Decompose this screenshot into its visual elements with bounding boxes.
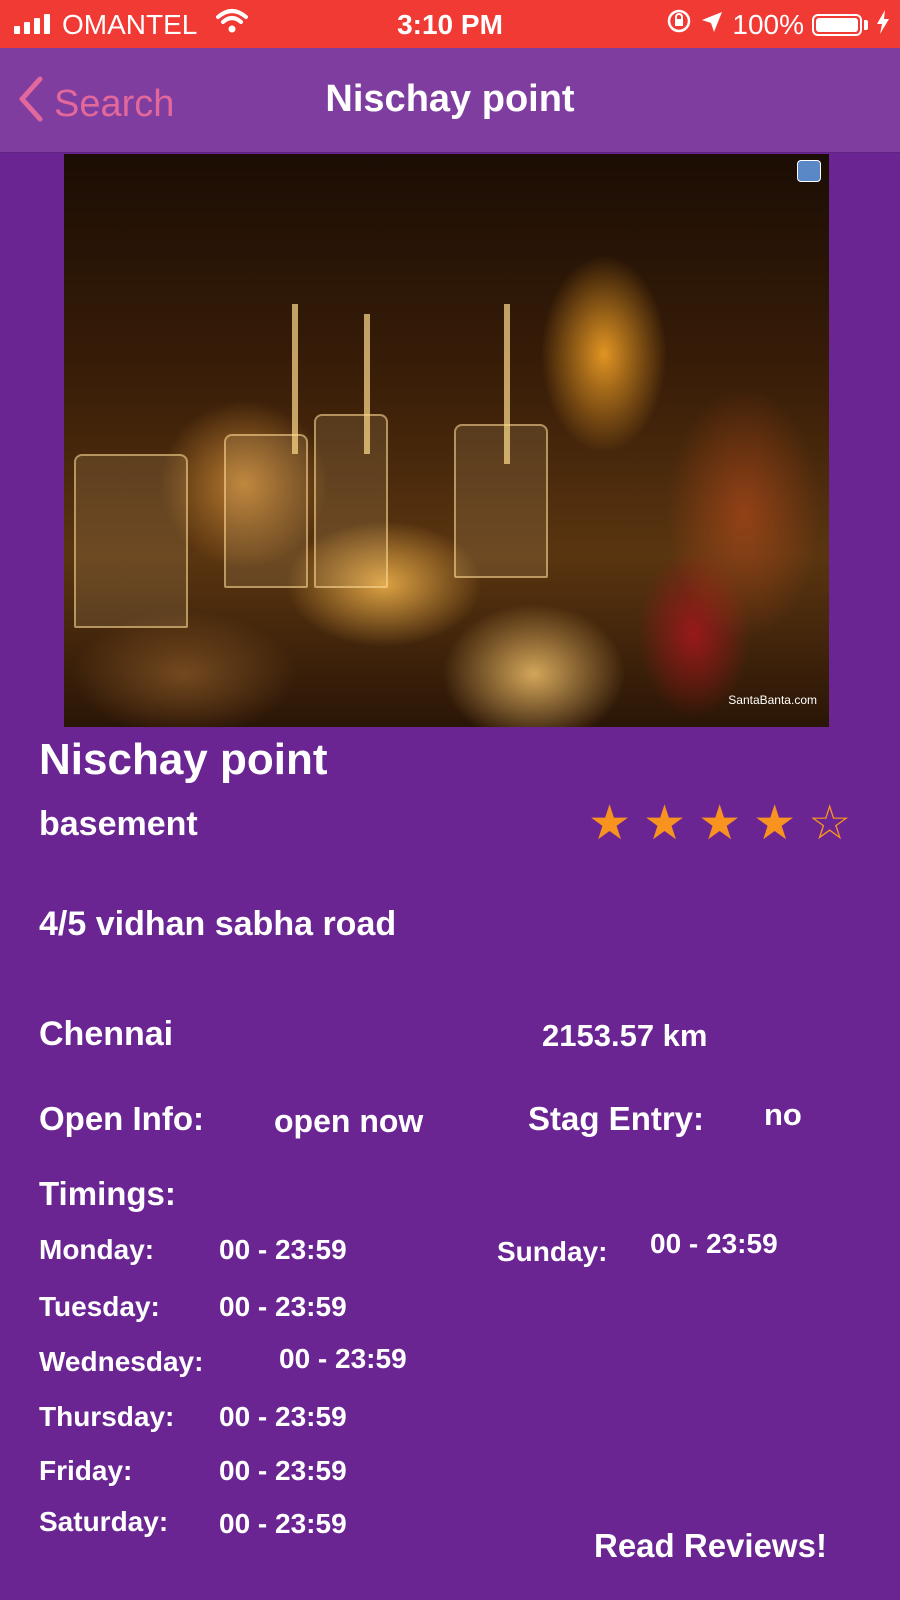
timing-day-saturday: Saturday: bbox=[39, 1506, 169, 1537]
photo-watermark: SantaBanta.com bbox=[728, 693, 817, 707]
timings-label: Timings: bbox=[39, 1175, 176, 1212]
place-area: basement bbox=[39, 805, 198, 843]
place-city: Chennai bbox=[39, 1015, 174, 1053]
rotation-lock-icon bbox=[666, 8, 692, 41]
timing-hours-monday: 00 - 23:59 bbox=[219, 1234, 347, 1265]
timing-hours-tuesday: 00 - 23:59 bbox=[219, 1291, 347, 1322]
timing-day-wednesday: Wednesday: bbox=[39, 1346, 204, 1377]
place-name: Nischay point bbox=[39, 735, 328, 784]
timing-day-friday: Friday: bbox=[39, 1455, 133, 1486]
stag-entry-value: no bbox=[764, 1097, 802, 1132]
stag-entry-label: Stag Entry: bbox=[528, 1100, 705, 1137]
timing-hours-thursday: 00 - 23:59 bbox=[219, 1401, 347, 1432]
open-info-value: open now bbox=[274, 1103, 424, 1139]
timing-day-tuesday: Tuesday: bbox=[39, 1291, 160, 1322]
status-right: 100% bbox=[666, 8, 890, 41]
charging-bolt-icon bbox=[876, 9, 890, 41]
timing-day-monday: Monday: bbox=[39, 1234, 155, 1265]
timing-day-sunday: Sunday: bbox=[497, 1236, 608, 1267]
timing-hours-friday: 00 - 23:59 bbox=[219, 1455, 347, 1486]
star-empty-icon: ☆ bbox=[808, 797, 852, 850]
star-filled-icon: ★ bbox=[588, 797, 632, 850]
star-filled-icon: ★ bbox=[643, 797, 687, 850]
location-arrow-icon bbox=[700, 9, 724, 41]
place-address: 4/5 vidhan sabha road bbox=[39, 905, 397, 943]
open-info-label: Open Info: bbox=[39, 1100, 204, 1137]
read-reviews-button[interactable]: Read Reviews! bbox=[594, 1527, 827, 1565]
status-bar: OMANTEL 3:10 PM 100% bbox=[0, 0, 900, 48]
timing-hours-saturday: 00 - 23:59 bbox=[219, 1508, 347, 1539]
photo-badge-icon bbox=[797, 160, 821, 182]
timing-hours-wednesday: 00 - 23:59 bbox=[279, 1343, 407, 1374]
place-photo: SantaBanta.com bbox=[64, 154, 829, 727]
nav-title: Nischay point bbox=[325, 78, 575, 120]
battery-tip bbox=[864, 19, 868, 30]
navigation-bar: Search Nischay point bbox=[0, 48, 900, 153]
battery-icon bbox=[812, 13, 862, 36]
place-distance: 2153.57 km bbox=[542, 1018, 708, 1053]
battery-percent: 100% bbox=[732, 8, 804, 40]
timing-day-thursday: Thursday: bbox=[39, 1401, 175, 1432]
star-filled-icon: ★ bbox=[753, 797, 797, 850]
timing-hours-sunday: 00 - 23:59 bbox=[650, 1228, 778, 1259]
star-filled-icon: ★ bbox=[698, 797, 742, 850]
star-rating: ★ ★ ★ ★ ☆ bbox=[588, 800, 851, 848]
